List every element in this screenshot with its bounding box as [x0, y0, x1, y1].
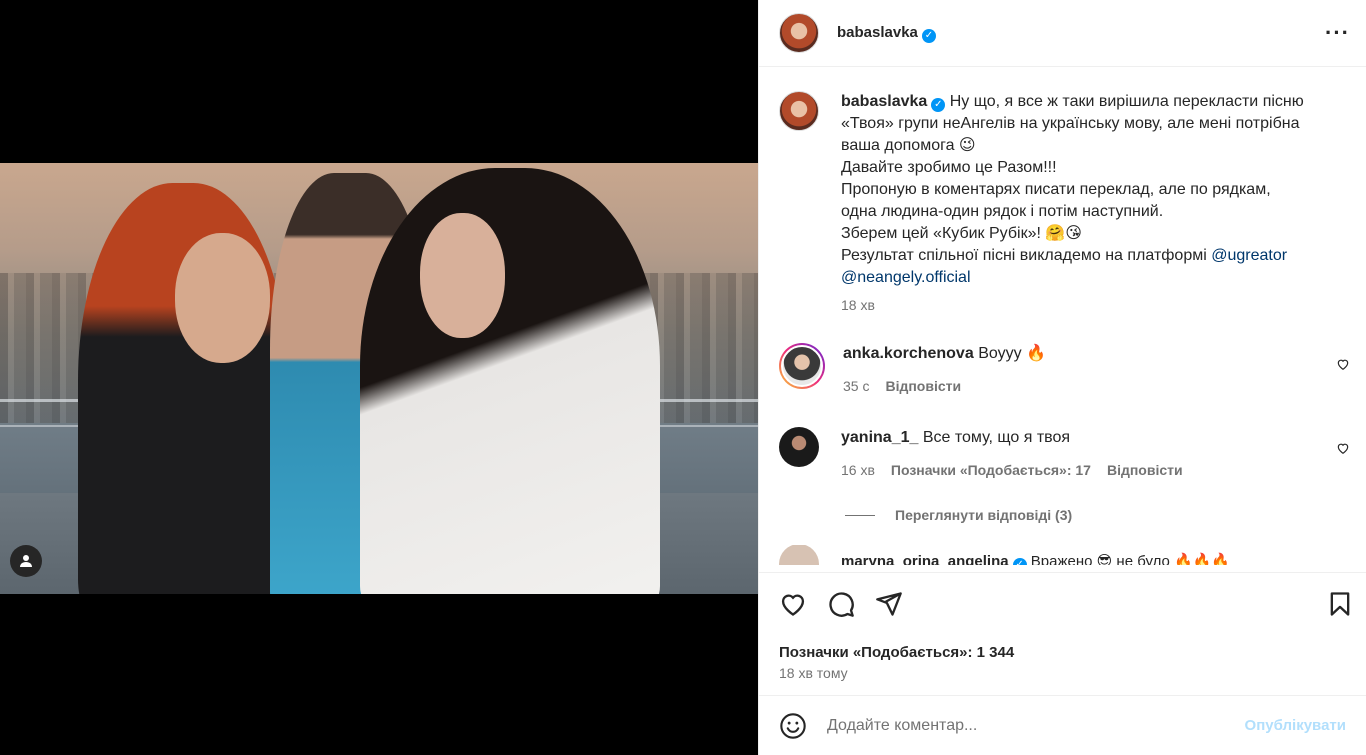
- post-time: 18 хв тому: [779, 665, 848, 681]
- caption-author[interactable]: babaslavka: [841, 93, 927, 110]
- verified-badge-icon: ✓: [921, 28, 936, 43]
- more-options-icon[interactable]: ···: [1325, 20, 1350, 46]
- verified-badge-icon: ✓: [931, 98, 946, 112]
- view-replies-button[interactable]: Переглянути відповіді (3): [845, 507, 1350, 523]
- avatar[interactable]: [779, 13, 819, 53]
- post-sidebar: babaslavka ✓ ··· babaslavka ✓ Ну що, я все…: [758, 0, 1366, 755]
- like-comment-icon[interactable]: [1336, 357, 1350, 371]
- comment-text: Вражено 😎 не було 🔥🔥🔥: [1030, 553, 1231, 565]
- caption: babaslavka ✓ Ну що, я все ж таки вирішила…: [779, 91, 1350, 313]
- comment-item: maryna_orina_angelina ✓ Вражено 😎 не було…: [779, 545, 1350, 565]
- post-photo[interactable]: [0, 163, 758, 594]
- caption-time: 18 хв: [841, 297, 875, 313]
- comment-time: 16 хв: [841, 462, 875, 478]
- avatar[interactable]: [779, 343, 825, 389]
- divider: [845, 514, 875, 516]
- reply-button[interactable]: Відповісти: [885, 375, 961, 397]
- bookmark-icon[interactable]: [1326, 590, 1354, 618]
- verified-badge-icon: ✓: [1012, 558, 1027, 565]
- like-icon[interactable]: [779, 590, 807, 618]
- comments-scroll[interactable]: babaslavka ✓ Ну що, я все ж таки вирішила…: [759, 67, 1366, 572]
- avatar[interactable]: [779, 91, 819, 131]
- post-header: babaslavka ✓ ···: [759, 0, 1366, 67]
- emoji-icon[interactable]: [779, 712, 807, 740]
- comment-input[interactable]: [827, 716, 1245, 735]
- comment-icon[interactable]: [827, 590, 855, 618]
- comment-text: Воууу 🔥: [978, 345, 1046, 362]
- share-icon[interactable]: [875, 590, 903, 618]
- post-comment-button[interactable]: Опублікувати: [1245, 717, 1346, 734]
- comment-item: anka.korchenova Воууу 🔥 35 с Відповісти: [779, 343, 1350, 397]
- reply-button[interactable]: Відповісти: [1107, 459, 1183, 481]
- tagged-users-icon[interactable]: [10, 545, 42, 577]
- post-media[interactable]: [0, 0, 758, 755]
- comment-time: 35 с: [843, 378, 870, 394]
- comment-author[interactable]: yanina_1_: [841, 429, 918, 446]
- comment-text: Все тому, що я твоя: [922, 429, 1071, 446]
- caption-text: babaslavka ✓ Ну що, я все ж таки вирішила…: [841, 93, 1304, 286]
- post-author[interactable]: babaslavka ✓: [837, 24, 936, 43]
- comment-composer: Опублікувати: [759, 695, 1366, 755]
- mention-link[interactable]: @ugreator: [1211, 247, 1287, 264]
- comment-likes[interactable]: Позначки «Подобається»: 17: [891, 459, 1091, 481]
- comment-author[interactable]: anka.korchenova: [843, 345, 974, 362]
- avatar[interactable]: [779, 545, 819, 565]
- avatar[interactable]: [779, 427, 819, 467]
- mention-link[interactable]: @neangely.official: [841, 269, 971, 286]
- like-comment-icon[interactable]: [1336, 441, 1350, 455]
- action-bar: [759, 572, 1366, 634]
- comment-author[interactable]: maryna_orina_angelina: [841, 553, 1009, 565]
- likes-count[interactable]: Позначки «Подобається»: 1 344: [759, 634, 1366, 661]
- comment-item: yanina_1_ Все тому, що я твоя 16 хв Позн…: [779, 427, 1350, 481]
